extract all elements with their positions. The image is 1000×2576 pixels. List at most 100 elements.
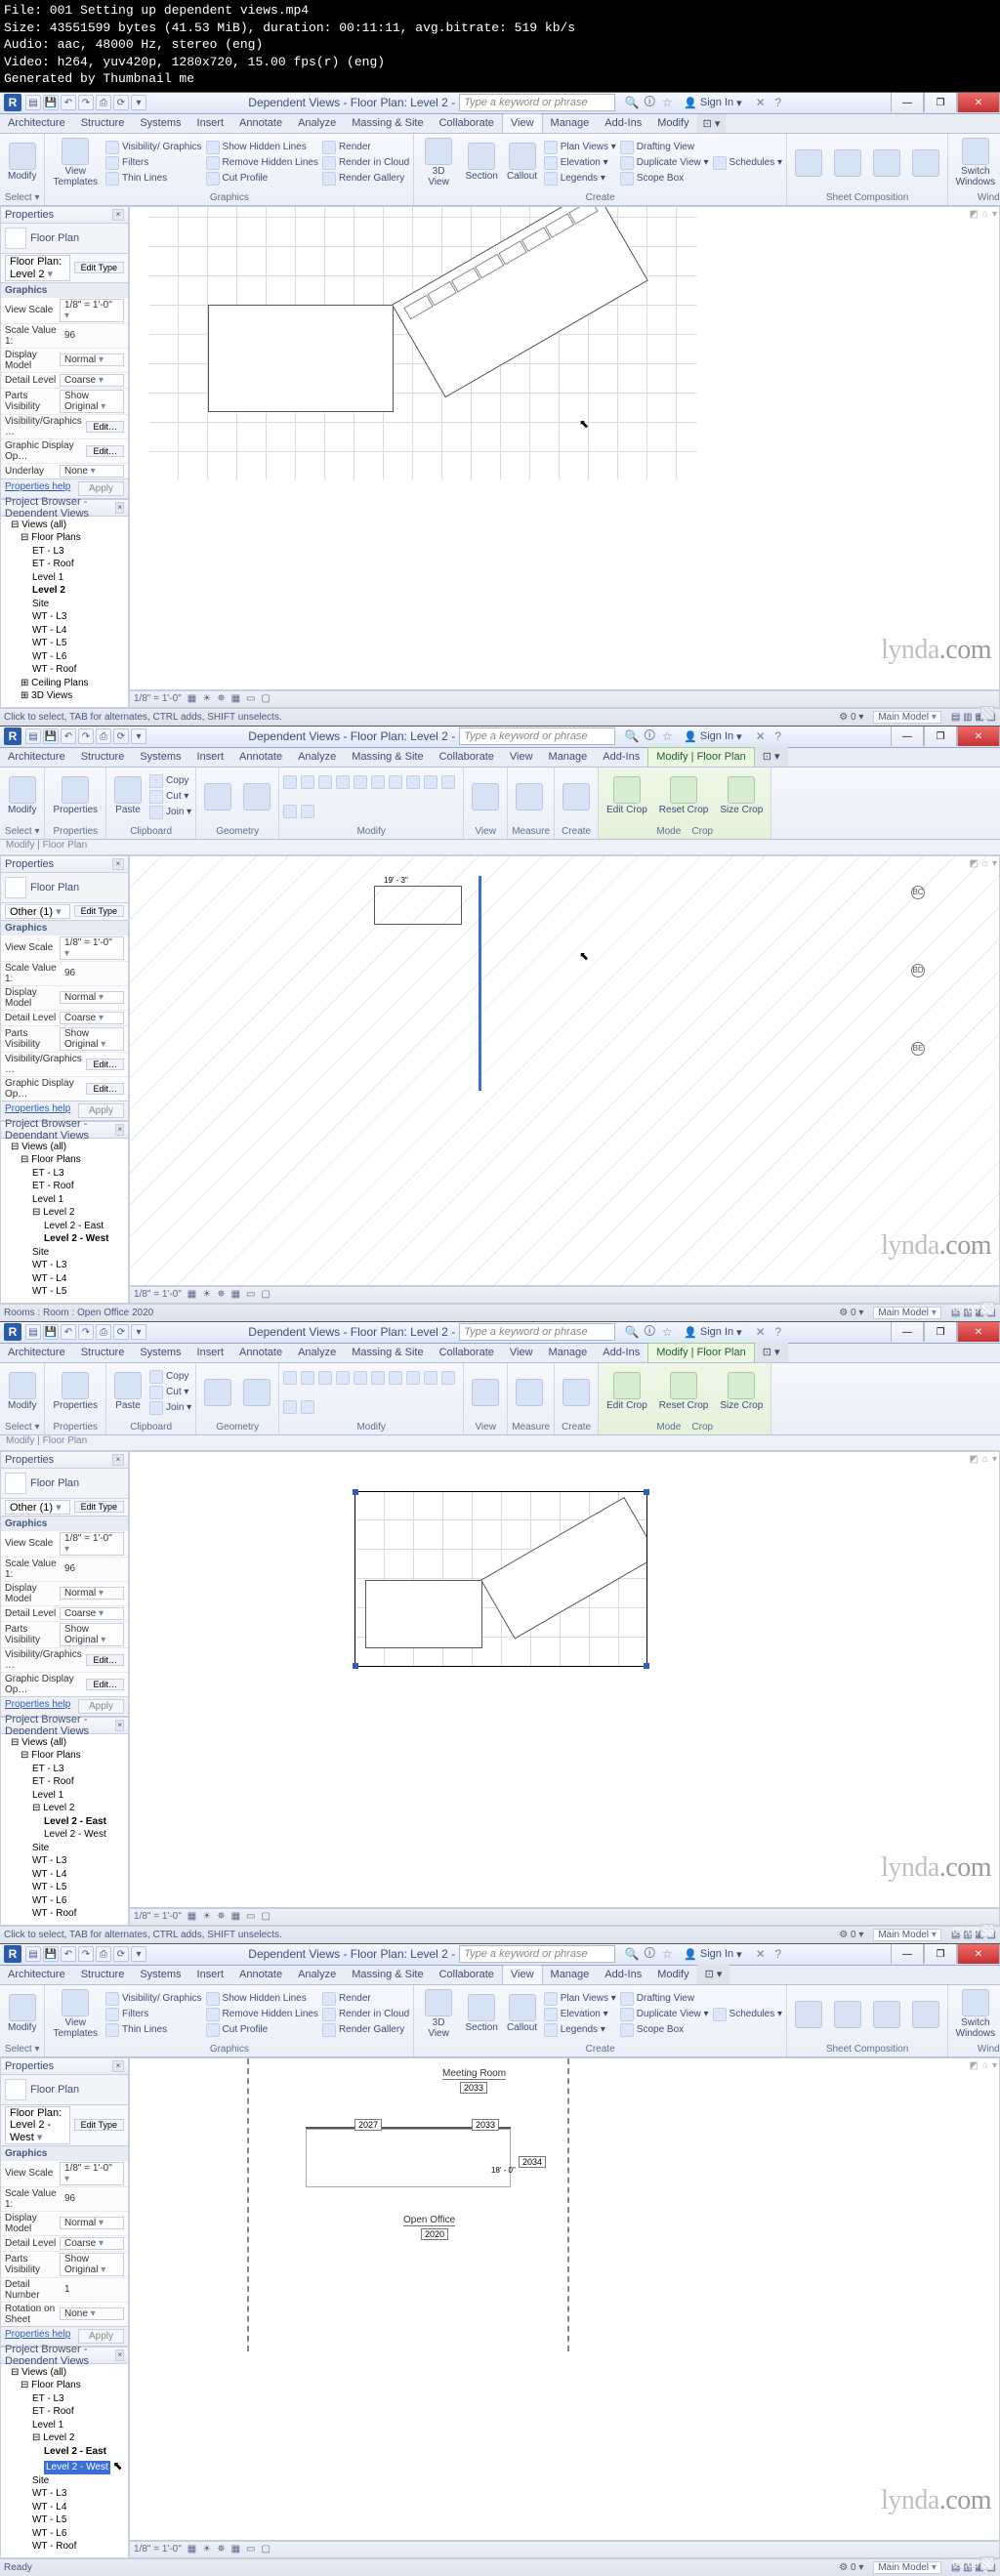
render-button[interactable]: Render — [322, 141, 409, 154]
project-browser-close-icon[interactable]: × — [115, 502, 124, 514]
help-icon[interactable]: ? — [771, 96, 785, 109]
section-button[interactable]: Section — [463, 141, 500, 185]
qat-open-icon[interactable]: ▤ — [25, 95, 41, 110]
qat-redo-icon[interactable]: ↷ — [78, 95, 94, 110]
drawing-canvas[interactable]: ◩⌂▾ 19' - 3" BC BD BE ⬉ lynda.com — [130, 855, 1000, 1286]
copy-button[interactable]: Copy — [149, 774, 191, 788]
tree-item[interactable]: ET - Roof — [3, 558, 126, 571]
reset-crop-button[interactable]: Reset Crop — [655, 774, 713, 818]
remove-hidden-lines-button[interactable]: Remove Hidden Lines — [206, 156, 318, 170]
tab-addins[interactable]: Add-Ins — [595, 748, 647, 767]
callout-button[interactable]: Callout — [504, 141, 539, 185]
properties-button[interactable]: Properties — [49, 774, 102, 818]
app-logo[interactable]: R — [4, 94, 21, 111]
tab-structure[interactable]: Structure — [73, 748, 133, 767]
search-input[interactable]: Type a keyword or phrase — [459, 94, 615, 111]
app-logo[interactable]: R — [4, 727, 21, 745]
drafting-view-button[interactable]: Drafting View — [620, 141, 709, 154]
tab-analyze[interactable]: Analyze — [290, 748, 344, 767]
tree-item[interactable]: Level 1 — [3, 571, 126, 585]
type-selector[interactable]: Floor Plan — [0, 224, 129, 254]
size-crop-button[interactable]: Size Crop — [716, 774, 767, 818]
properties-close-icon[interactable]: × — [112, 209, 124, 221]
tree-item[interactable]: WT - L6 — [3, 650, 126, 664]
tree-item[interactable]: Site — [3, 598, 126, 611]
tab-manage[interactable]: Manage — [543, 114, 598, 133]
matchline-button[interactable] — [908, 147, 943, 179]
visibility-graphics-button[interactable]: Visibility/ Graphics — [105, 141, 202, 154]
prop-gdo-edit[interactable]: Edit… — [86, 445, 124, 457]
grid-bubble-bc[interactable]: BC — [911, 886, 925, 899]
schedules-button[interactable]: Schedules ▾ — [713, 156, 783, 170]
measure-button[interactable] — [512, 781, 547, 812]
prop-detail-level[interactable]: Coarse — [60, 374, 124, 387]
join-button[interactable]: Join ▾ — [149, 806, 191, 819]
tab-modify-floor-plan[interactable]: Modify | Floor Plan — [647, 747, 755, 767]
prop-vg-edit[interactable]: Edit… — [86, 421, 124, 433]
infocenter-search-icon[interactable]: 🔍 — [625, 96, 639, 109]
drawing-canvas[interactable]: ◩⌂▾ lynda.com — [130, 1451, 1000, 1908]
elevation-button[interactable]: Elevation ▾ — [544, 156, 616, 170]
qat-save-icon[interactable]: 💾 — [43, 95, 59, 110]
tab-view[interactable]: View — [502, 748, 541, 767]
grid-bubble-be[interactable]: BE — [911, 1042, 925, 1056]
tab-systems[interactable]: Systems — [132, 114, 188, 133]
shadows-icon[interactable]: ▦ — [231, 693, 240, 704]
tree-item[interactable]: WT - Roof — [3, 663, 126, 677]
type-dropdown[interactable]: Floor Plan: Level 2 — [5, 255, 70, 281]
modify-button[interactable]: Modify — [4, 774, 40, 818]
tree-item-level2-west[interactable]: Level 2 - West — [3, 1232, 126, 1246]
prop-underlay[interactable]: None — [60, 465, 124, 478]
geometry-tool-2[interactable] — [239, 781, 274, 812]
cut-button[interactable]: Cut ▾ — [149, 790, 191, 804]
tab-analyze[interactable]: Analyze — [290, 114, 344, 133]
filters-button[interactable]: Filters — [105, 156, 202, 170]
tab-collaborate[interactable]: Collaborate — [432, 748, 502, 767]
crop-region-visible-icon[interactable]: ▢ — [261, 693, 270, 704]
prop-parts-visibility[interactable]: Show Original — [60, 390, 124, 413]
qat-undo-icon[interactable]: ↶ — [61, 95, 76, 110]
cut-profile-button[interactable]: Cut Profile — [206, 172, 318, 186]
tab-modify[interactable]: Modify — [649, 114, 696, 133]
favorite-icon[interactable]: ☆ — [660, 96, 674, 109]
exchange-icon[interactable]: ✕ — [754, 96, 768, 109]
resize-grip-icon[interactable] — [980, 706, 994, 720]
edit-type-button[interactable]: Edit Type — [74, 905, 124, 917]
show-hidden-lines-button[interactable]: Show Hidden Lines — [206, 141, 318, 154]
properties-help-link[interactable]: Properties help — [5, 481, 70, 496]
apply-button[interactable]: Apply — [78, 481, 124, 496]
tree-item-level2-east[interactable]: Level 2 - East — [3, 2445, 126, 2459]
crop-region[interactable] — [354, 1491, 647, 1667]
qat-print-icon[interactable]: ⎙ — [96, 95, 111, 110]
thin-lines-button[interactable]: Thin Lines — [105, 172, 202, 186]
design-option-dropdown[interactable]: Main Model — [873, 711, 941, 724]
scope-box-button[interactable]: Scope Box — [620, 172, 709, 186]
grid-bubble-bd[interactable]: BD — [911, 964, 925, 977]
view-scale-label[interactable]: 1/8" = 1'-0" — [134, 693, 182, 704]
tree-item[interactable]: WT - L5 — [3, 637, 126, 650]
prop-view-scale[interactable]: 1/8" = 1'-0" — [60, 299, 124, 322]
drawing-canvas[interactable]: ◩⌂▾ Meeting Room 2033 Open Office 2020 2… — [130, 2057, 1000, 2541]
tree-item[interactable]: ET - L3 — [3, 545, 126, 559]
edit-crop-button[interactable]: Edit Crop — [603, 774, 651, 818]
title-block-button[interactable] — [830, 147, 865, 179]
view-templates-button[interactable]: View Templates — [49, 136, 102, 189]
tab-view[interactable]: View — [502, 113, 543, 133]
tree-item-level2[interactable]: Level 2 — [3, 584, 126, 598]
paste-button[interactable]: Paste — [110, 774, 146, 818]
plan-views-button[interactable]: Plan Views ▾ — [544, 141, 616, 154]
tab-insert[interactable]: Insert — [189, 114, 232, 133]
3d-view-button[interactable]: 3D View — [418, 136, 459, 189]
tab-structure[interactable]: Structure — [73, 114, 133, 133]
legends-button[interactable]: Legends ▾ — [544, 172, 616, 186]
prop-display-model[interactable]: Normal — [60, 353, 124, 366]
tab-modify-floor-plan[interactable]: Modify | Floor Plan — [647, 1343, 755, 1362]
render-gallery-button[interactable]: Render Gallery — [322, 172, 409, 186]
sign-in-button[interactable]: 👤 Sign In ▾ — [684, 730, 741, 743]
sheet-button[interactable] — [791, 147, 826, 179]
tab-manage[interactable]: Manage — [541, 748, 596, 767]
view-control-bar[interactable]: 1/8" = 1'-0" ▦☀✵ ▦▭▢ — [130, 690, 1000, 708]
detail-level-icon[interactable]: ▦ — [188, 693, 196, 704]
tab-collaborate[interactable]: Collaborate — [432, 114, 502, 133]
crop-view-icon[interactable]: ▭ — [246, 693, 255, 704]
